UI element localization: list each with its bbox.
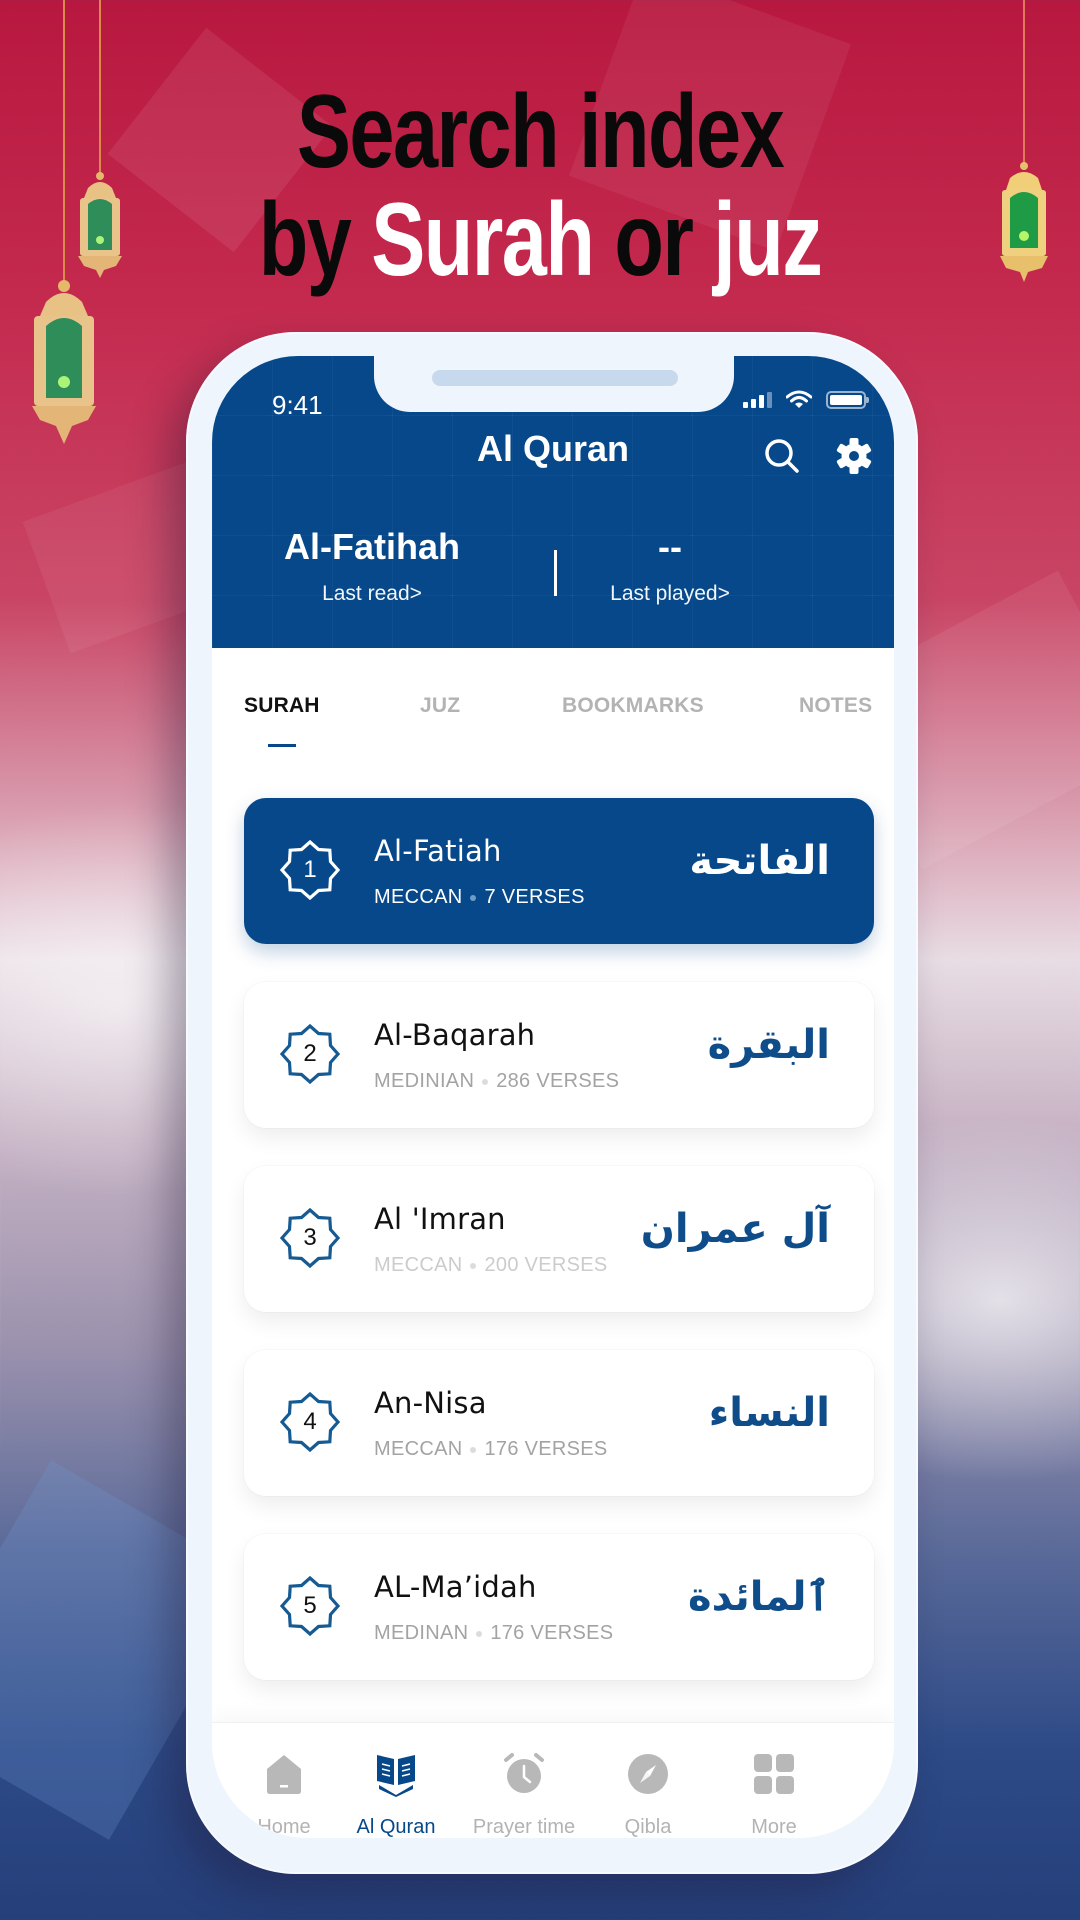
surah-meta: MECCAN 7 VERSES: [374, 886, 585, 909]
active-tab-indicator: [268, 744, 296, 747]
surah-arabic-name: الفاتحة: [689, 838, 830, 884]
speaker-grille: [432, 370, 678, 386]
separator-dot: [476, 1630, 483, 1637]
nav-more[interactable]: More: [714, 1751, 834, 1838]
surah-origin: MECCAN: [374, 1438, 463, 1460]
app-screen: 9:41 Al Quran Al-Fatihah Last read> -- L…: [212, 356, 894, 1838]
headline-highlight-juz: juz: [713, 182, 823, 298]
search-icon[interactable]: [762, 436, 802, 476]
surah-number: 1: [303, 856, 317, 883]
surah-meta: MEDINAN 176 VERSES: [374, 1622, 613, 1645]
wifi-icon: [786, 390, 812, 408]
surah-number: 5: [303, 1592, 317, 1619]
lantern-decoration: [22, 0, 106, 460]
surah-name: Al-Fatiah: [374, 834, 502, 868]
surah-verses: 176 VERSES: [490, 1622, 614, 1644]
surah-list-item[interactable]: 3 Al 'Imran MECCAN 200 VERSES آل عمران: [244, 1166, 874, 1312]
surah-list-item[interactable]: 2 Al-Baqarah MEDINIAN 286 VERSES البقرة: [244, 982, 874, 1128]
surah-name: An-Nisa: [374, 1386, 487, 1420]
last-read-label: Last read>: [322, 582, 422, 605]
headline-line-1: Search index: [296, 74, 785, 190]
battery-icon: [826, 391, 869, 409]
nav-label: More: [751, 1816, 797, 1838]
surah-meta: MEDINIAN 286 VERSES: [374, 1070, 619, 1093]
surah-number-badge: 4: [278, 1390, 342, 1454]
last-played-button[interactable]: -- Last played>: [570, 526, 770, 606]
tab-juz[interactable]: JUZ: [420, 694, 460, 718]
tab-bookmarks[interactable]: BOOKMARKS: [562, 694, 704, 718]
headline-highlight-surah: Surah: [371, 182, 595, 298]
surah-origin: MEDINIAN: [374, 1070, 475, 1092]
surah-list: 1 Al-Fatiah MECCAN 7 VERSES الفاتحة 2 Al: [244, 798, 874, 1718]
status-icons: [743, 390, 869, 410]
surah-origin: MECCAN: [374, 1254, 463, 1276]
tab-notes[interactable]: NOTES: [799, 694, 872, 718]
surah-name: AL-Ma’idah: [374, 1570, 537, 1604]
quran-book-icon: [377, 1755, 415, 1797]
tab-surah[interactable]: SURAH: [244, 694, 320, 718]
surah-arabic-name: النساء: [708, 1390, 830, 1436]
surah-arabic-name: البقرة: [707, 1022, 830, 1068]
last-read-button[interactable]: Al-Fatihah Last read>: [272, 526, 472, 606]
lantern-decoration: [994, 0, 1054, 290]
alarm-clock-icon: [504, 1753, 544, 1793]
headline-text: or: [593, 182, 714, 298]
surah-meta: MECCAN 200 VERSES: [374, 1254, 608, 1277]
header-divider: [554, 550, 557, 596]
compass-icon: [628, 1754, 668, 1794]
grid-icon: [754, 1754, 794, 1794]
home-icon: [267, 1755, 301, 1794]
headline-line-2: by Surah or juz: [119, 186, 961, 294]
surah-number: 3: [303, 1224, 317, 1251]
surah-list-item[interactable]: 1 Al-Fatiah MECCAN 7 VERSES الفاتحة: [244, 798, 874, 944]
separator-dot: [470, 894, 477, 901]
separator-dot: [470, 1446, 477, 1453]
nav-label: Prayer time: [472, 1816, 576, 1838]
surah-verses: 176 VERSES: [484, 1438, 608, 1460]
nav-label: Al Quran: [356, 1816, 436, 1838]
surah-list-item[interactable]: 5 AL-Ma’idah MEDINAN 176 VERSES ٱلمائدة: [244, 1534, 874, 1680]
separator-dot: [482, 1078, 489, 1085]
nav-qibla[interactable]: Qibla: [588, 1751, 708, 1838]
nav-label: Home: [257, 1816, 311, 1838]
status-time: 9:41: [272, 390, 323, 420]
surah-number: 2: [303, 1040, 317, 1067]
app-header: 9:41 Al Quran Al-Fatihah Last read> -- L…: [212, 356, 894, 648]
surah-list-item[interactable]: 4 An-Nisa MECCAN 176 VERSES النساء: [244, 1350, 874, 1496]
surah-meta: MECCAN 176 VERSES: [374, 1438, 608, 1461]
surah-arabic-name: ٱلمائدة: [687, 1574, 830, 1620]
surah-name: Al 'Imran: [374, 1202, 506, 1236]
surah-verses: 7 VERSES: [484, 886, 585, 908]
surah-arabic-name: آل عمران: [640, 1206, 830, 1252]
last-played-surah: --: [658, 526, 682, 567]
phone-mockup: 9:41 Al Quran Al-Fatihah Last read> -- L…: [186, 332, 918, 1874]
nav-home[interactable]: Home: [224, 1751, 344, 1838]
nav-al-quran[interactable]: Al Quran: [336, 1751, 456, 1838]
surah-name: Al-Baqarah: [374, 1018, 536, 1052]
surah-number-badge: 3: [278, 1206, 342, 1270]
headline-text: by: [258, 182, 372, 298]
surah-verses: 286 VERSES: [496, 1070, 620, 1092]
signal-icon: [743, 392, 772, 408]
surah-origin: MEDINAN: [374, 1622, 469, 1644]
surah-origin: MECCAN: [374, 886, 463, 908]
surah-verses: 200 VERSES: [484, 1254, 608, 1276]
nav-label: Qibla: [624, 1816, 672, 1838]
tab-bar: SURAH JUZ BOOKMARKS NOTES: [212, 648, 894, 748]
surah-number: 4: [303, 1408, 317, 1435]
promo-headline: Search index by Surah or juz: [119, 78, 961, 294]
last-read-surah: Al-Fatihah: [284, 526, 460, 567]
bottom-navigation: Home Al Quran Prayer time Qibla More: [212, 1722, 894, 1838]
separator-dot: [470, 1262, 477, 1269]
surah-number-badge: 5: [278, 1574, 342, 1638]
gear-icon[interactable]: [834, 436, 874, 476]
nav-prayer-time[interactable]: Prayer time: [464, 1751, 584, 1838]
last-played-label: Last played>: [610, 582, 730, 605]
surah-number-badge: 2: [278, 1022, 342, 1086]
surah-number-badge: 1: [278, 838, 342, 902]
